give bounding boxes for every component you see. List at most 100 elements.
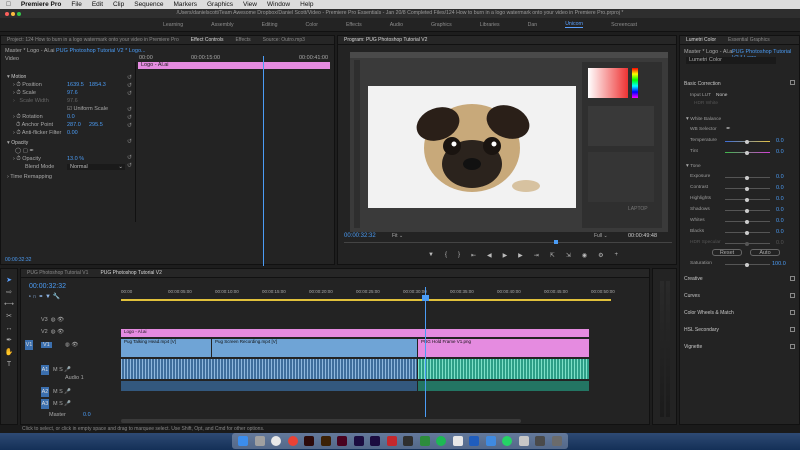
- reset-button[interactable]: Reset: [712, 249, 742, 256]
- menu-edit[interactable]: Edit: [92, 1, 103, 8]
- vignette-section[interactable]: Vignette: [684, 344, 702, 350]
- linked-select-icon[interactable]: ⚭: [38, 294, 43, 300]
- indesign-icon[interactable]: [337, 436, 348, 446]
- apple-icon[interactable]: : [6, 1, 11, 8]
- ellipse-mask-icon[interactable]: ◯: [15, 148, 21, 154]
- tab-essential-graphics[interactable]: Essential Graphics: [728, 37, 770, 43]
- color-wheels-checkbox[interactable]: [790, 310, 795, 315]
- motion-group[interactable]: ▾ Motion: [7, 74, 26, 80]
- color-wheels-section[interactable]: Color Wheels & Match: [684, 310, 734, 316]
- track-v2[interactable]: V2 ◍ 👁: [41, 329, 64, 335]
- saturation-slider[interactable]: [725, 262, 770, 267]
- workspace-screencast[interactable]: Screencast: [611, 22, 637, 28]
- tab-lumetri-color[interactable]: Lumetri Color: [686, 37, 716, 43]
- wrench-icon[interactable]: 🔧: [53, 294, 60, 300]
- settings-icon[interactable]: ⚙: [598, 252, 603, 259]
- minimize-window-button[interactable]: [11, 11, 15, 16]
- audition-icon[interactable]: [403, 436, 414, 446]
- premiere-icon[interactable]: [353, 436, 364, 446]
- lumetri-master[interactable]: Master * Logo - Al.ai: [684, 49, 734, 55]
- tone-header[interactable]: ▾ Tone: [686, 163, 701, 169]
- position-x-value[interactable]: 1639.5: [67, 82, 84, 88]
- word-icon[interactable]: [469, 436, 480, 446]
- snap-icon[interactable]: ∩: [32, 294, 36, 300]
- track-a2[interactable]: A2: [41, 387, 49, 397]
- playhead-handle[interactable]: [422, 295, 429, 301]
- safari-icon[interactable]: [271, 436, 282, 446]
- track-a1[interactable]: A1: [41, 365, 49, 375]
- close-window-button[interactable]: [5, 11, 9, 16]
- launchpad-icon[interactable]: [254, 436, 265, 446]
- sequence-clip-label[interactable]: PUG Photoshop Tutorial V2 * Logo...: [56, 48, 146, 54]
- ec-timecode[interactable]: 00:00:32:32: [5, 257, 31, 263]
- track-v1-controls[interactable]: ◍ 👁: [65, 342, 78, 348]
- audio-clip-a1-blue[interactable]: [121, 359, 417, 379]
- track-v1[interactable]: V1: [41, 342, 52, 348]
- workspace-color[interactable]: Color: [306, 22, 318, 28]
- ripple-edit-icon[interactable]: ⟷: [1, 299, 17, 311]
- menu-window[interactable]: Window: [267, 1, 290, 8]
- menu-view[interactable]: View: [243, 1, 257, 8]
- extract-icon[interactable]: ⇲: [566, 252, 571, 259]
- tone-shadows-slider[interactable]: [725, 208, 770, 213]
- tone-shadows-value[interactable]: 0.0: [776, 207, 784, 213]
- program-timecode[interactable]: 00:00:32:32: [344, 233, 376, 239]
- pen-mask-icon[interactable]: ✒: [29, 148, 34, 154]
- illustrator-icon[interactable]: [320, 436, 331, 446]
- workspace-assembly[interactable]: Assembly: [211, 22, 234, 28]
- marker-icon[interactable]: ▼: [428, 252, 434, 259]
- curves-checkbox[interactable]: [790, 293, 795, 298]
- after-effects-icon[interactable]: [370, 436, 381, 446]
- tone-highlights-value[interactable]: 0.0: [776, 196, 784, 202]
- mark-in-icon[interactable]: {: [445, 252, 447, 259]
- video-clip-hold-frame[interactable]: PUG Hold Frame V1.png: [418, 339, 589, 357]
- tone-exposure-slider[interactable]: [725, 175, 770, 180]
- audio-clip-a2-green[interactable]: [418, 381, 589, 391]
- program-scrubber[interactable]: [344, 242, 672, 243]
- tone-blacks-slider[interactable]: [725, 230, 770, 235]
- master-track-value[interactable]: 0.0: [83, 412, 91, 418]
- ec-clip-bar[interactable]: Logo - Al.ai: [138, 62, 330, 69]
- program-playhead[interactable]: [554, 240, 558, 244]
- hsl-secondary-section[interactable]: HSL Secondary: [684, 327, 719, 333]
- basic-correction-checkbox[interactable]: [790, 80, 795, 85]
- tone-hdr-specular-slider[interactable]: [725, 241, 770, 246]
- tab-effects[interactable]: Effects: [235, 37, 250, 43]
- antiflicker-value[interactable]: 0.00: [67, 130, 78, 136]
- audio-clip-a2[interactable]: [121, 381, 417, 391]
- tint-slider[interactable]: [725, 150, 770, 155]
- workspace-editing[interactable]: Editing: [262, 22, 278, 28]
- add-button-icon[interactable]: +: [614, 252, 618, 259]
- workspace-dan[interactable]: Dan: [528, 22, 538, 28]
- tone-highlights-slider[interactable]: [725, 197, 770, 202]
- photoshop-icon[interactable]: [304, 436, 315, 446]
- quality-dropdown[interactable]: Full ⌄: [594, 233, 608, 239]
- tone-contrast-value[interactable]: 0.0: [776, 185, 784, 191]
- position-y-value[interactable]: 1854.3: [89, 82, 106, 88]
- program-video-frame[interactable]: LAPTOP: [350, 52, 668, 232]
- workspace-effects[interactable]: Effects: [346, 22, 362, 28]
- audio-clip-a1-green[interactable]: [418, 359, 589, 379]
- time-remap-group[interactable]: › Time Remapping: [7, 174, 52, 180]
- pen-icon[interactable]: ✒: [1, 335, 17, 347]
- lumetri-effect-dropdown[interactable]: Lumetri Color: [686, 57, 776, 64]
- notes-icon[interactable]: [452, 436, 463, 446]
- anchor-x-value[interactable]: 287.0: [67, 122, 81, 128]
- tab-sequence-v2[interactable]: PUG Photoshop Tutorial V2: [100, 270, 161, 276]
- selection-tool-icon[interactable]: ➤: [1, 275, 17, 287]
- workspace-learning[interactable]: Learning: [163, 22, 183, 28]
- white-balance-header[interactable]: ▾ White Balance: [686, 116, 721, 122]
- video-clip-screen-recording[interactable]: Pug Screen Recording.mp4 [V]: [212, 339, 417, 357]
- tone-exposure-value[interactable]: 0.0: [776, 174, 784, 180]
- project-tab[interactable]: Project: 124 How to burn in a logo water…: [7, 37, 179, 43]
- rotation-value[interactable]: 0.0: [67, 114, 75, 120]
- work-area-bar[interactable]: [121, 299, 611, 301]
- excel-icon[interactable]: [419, 436, 430, 446]
- goto-in-icon[interactable]: ⇤: [471, 252, 476, 259]
- menu-markers[interactable]: Markers: [174, 1, 197, 8]
- video-clip-talking-head[interactable]: Pug Talking Head.mp4 [V]: [121, 339, 211, 357]
- camera-icon[interactable]: ◉: [582, 252, 587, 259]
- timeline-scrollbar[interactable]: [121, 419, 521, 423]
- mark-out-icon[interactable]: }: [458, 252, 460, 259]
- tone-whites-value[interactable]: 0.0: [776, 218, 784, 224]
